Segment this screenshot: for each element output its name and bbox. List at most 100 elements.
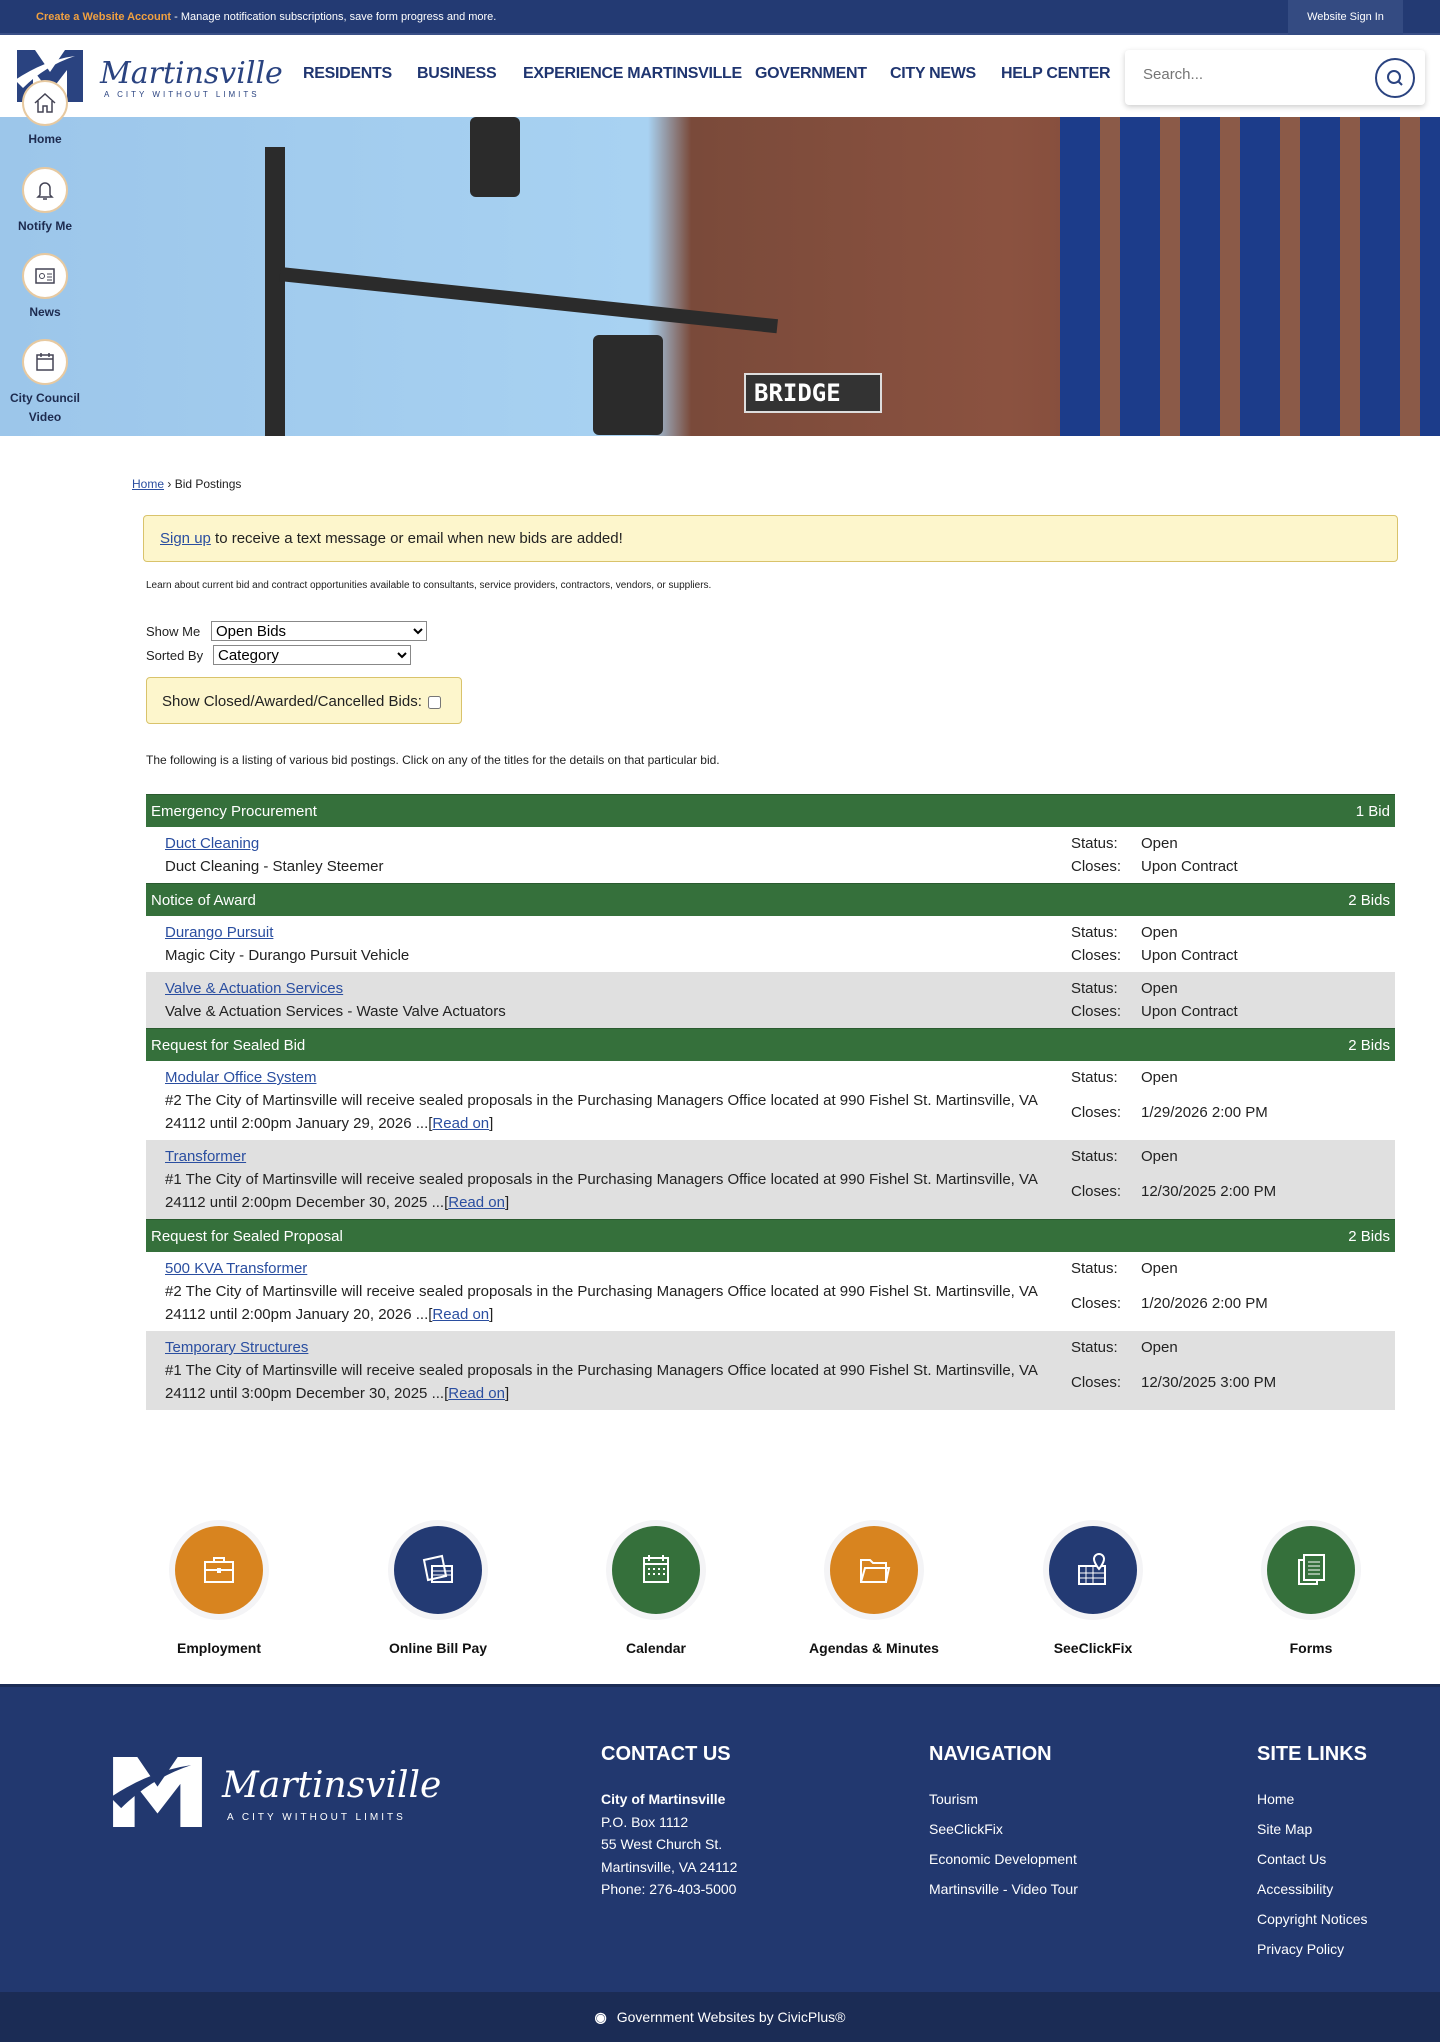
quicklink-employment[interactable]: Employment xyxy=(139,1520,299,1656)
bid-status: Status: Open Closes: Upon Contract xyxy=(1071,921,1238,967)
bid-title-link[interactable]: Modular Office System xyxy=(165,1069,316,1086)
quicklink-seeclickfix[interactable]: SeeClickFix xyxy=(1013,1520,1173,1656)
quicknav-news[interactable]: News xyxy=(0,253,90,322)
bid-title-link[interactable]: Transformer xyxy=(165,1148,246,1165)
calendar-icon xyxy=(36,353,54,371)
sign-up-link[interactable]: Sign up xyxy=(160,530,211,547)
bid-status: Status: Open Closes: Upon Contract xyxy=(1071,832,1238,878)
footer-link[interactable]: Home xyxy=(1257,1784,1368,1814)
footer-logo-tagline: A CITY WITHOUT LIMITS xyxy=(227,1812,406,1823)
category-count: 1 Bid xyxy=(1355,802,1390,820)
show-closed-checkbox[interactable] xyxy=(427,695,441,709)
bid-row: Transformer #1 The City of Martinsville w… xyxy=(146,1140,1395,1219)
nav-experience-martinsville[interactable]: EXPERIENCE MARTINSVILLE xyxy=(523,65,742,83)
nav-city-news[interactable]: CITY NEWS xyxy=(890,65,976,83)
bid-description: #2 The City of Martinsville will receive… xyxy=(165,1092,1038,1132)
bid-description-text: Valve & Actuation Services - Waste Valve… xyxy=(165,1003,506,1020)
read-on-link[interactable]: Read on xyxy=(432,1306,489,1323)
bid-list: Emergency Procurement 1 Bid Duct Cleaning D… xyxy=(146,794,1395,1410)
status-value: Open xyxy=(1141,1339,1178,1356)
page-description: Learn about current bid and contract opp… xyxy=(146,580,712,591)
quicklink-calendar[interactable]: Calendar xyxy=(576,1520,736,1656)
bid-title: Temporary Structures xyxy=(165,1336,1071,1359)
civicplus-credit-link[interactable]: Government Websites by CivicPlus® xyxy=(617,2009,846,2025)
nav-government[interactable]: GOVERNMENT xyxy=(755,65,867,83)
bid-status: Status: Open Closes: 12/30/2025 2:00 PM xyxy=(1071,1145,1276,1214)
bid-title: Durango Pursuit xyxy=(165,921,1071,944)
quicklink-circle xyxy=(830,1526,918,1614)
footer-link[interactable]: Economic Development xyxy=(929,1844,1078,1874)
closes-label: Closes: xyxy=(1071,1373,1122,1391)
read-on-link[interactable]: Read on xyxy=(448,1385,505,1402)
quicklink-circle xyxy=(1049,1526,1137,1614)
nav-residents[interactable]: RESIDENTS xyxy=(303,65,392,83)
website-sign-in-button[interactable]: Website Sign In xyxy=(1288,0,1403,35)
bid-title-link[interactable]: Temporary Structures xyxy=(165,1339,308,1356)
navigation-heading: NAVIGATION xyxy=(929,1743,1052,1765)
home-icon xyxy=(34,92,56,113)
bid-title-link[interactable]: 500 KVA Transformer xyxy=(165,1260,307,1277)
closes-value: 1/29/2026 2:00 PM xyxy=(1141,1103,1268,1121)
sorted-by-select[interactable]: Category xyxy=(213,645,411,665)
footer-site-links: Home Site Map Contact Us Accessibility Copyr… xyxy=(1257,1784,1368,1964)
footer-link[interactable]: Site Map xyxy=(1257,1814,1368,1844)
closes-value: 12/30/2025 3:00 PM xyxy=(1141,1373,1277,1391)
logo-wordmark[interactable]: Martinsville xyxy=(100,56,283,91)
category-header: Notice of Award 2 Bids xyxy=(146,883,1395,916)
closes-label: Closes: xyxy=(1071,947,1122,964)
bid-title-link[interactable]: Duct Cleaning xyxy=(165,835,259,852)
search-input[interactable] xyxy=(1143,66,1363,83)
status-value: Open xyxy=(1141,924,1178,941)
bid-description: #1 The City of Martinsville will receive… xyxy=(165,1171,1038,1211)
bid-title-link[interactable]: Valve & Actuation Services xyxy=(165,980,343,997)
bid-title-link[interactable]: Durango Pursuit xyxy=(165,924,273,941)
footer-link[interactable]: Copyright Notices xyxy=(1257,1904,1368,1934)
footer-link[interactable]: Accessibility xyxy=(1257,1874,1368,1904)
newspaper-icon xyxy=(35,268,55,284)
footer-link[interactable]: Privacy Policy xyxy=(1257,1934,1368,1964)
closes-label: Closes: xyxy=(1071,1182,1122,1200)
category-count: 2 Bids xyxy=(1348,1227,1390,1245)
category-header: Request for Sealed Bid 2 Bids xyxy=(146,1028,1395,1061)
nav-business[interactable]: BUSINESS xyxy=(417,65,497,83)
create-account-link[interactable]: Create a Website Account xyxy=(36,11,171,23)
quicklink-circle xyxy=(175,1526,263,1614)
footer-link[interactable]: Martinsville - Video Tour xyxy=(929,1874,1078,1904)
status-value: Open xyxy=(1141,1260,1178,1277)
closes-value: Upon Contract xyxy=(1141,858,1238,875)
read-on-link[interactable]: Read on xyxy=(432,1115,489,1132)
footer-navigation-links: Tourism SeeClickFix Economic Development Ma… xyxy=(929,1784,1078,1904)
contact-line: Phone: 276-403-5000 xyxy=(601,1881,737,1897)
footer-link[interactable]: SeeClickFix xyxy=(929,1814,1078,1844)
category-name: Request for Sealed Proposal xyxy=(151,1227,343,1245)
quicknav-label: Home xyxy=(28,132,62,146)
status-value: Open xyxy=(1141,980,1178,997)
quicklink-forms[interactable]: Forms xyxy=(1231,1520,1391,1656)
contact-heading: CONTACT US xyxy=(601,1743,731,1765)
footer-link[interactable]: Contact Us xyxy=(1257,1844,1368,1874)
logo-tagline: A CITY WITHOUT LIMITS xyxy=(104,90,260,99)
footer-logo-m-icon[interactable] xyxy=(110,1757,205,1827)
footer-link[interactable]: Tourism xyxy=(929,1784,1078,1814)
bid-description: #1 The City of Martinsville will receive… xyxy=(165,1362,1038,1402)
breadcrumb-home-link[interactable]: Home xyxy=(132,477,164,491)
quicklink-agendas-minutes[interactable]: Agendas & Minutes xyxy=(794,1520,954,1656)
bid-info: Duct Cleaning Duct Cleaning - Stanley Ste… xyxy=(165,832,1071,878)
quicklink-online-bill-pay[interactable]: Online Bill Pay xyxy=(358,1520,518,1656)
search-button[interactable] xyxy=(1375,58,1415,98)
bid-info: Transformer #1 The City of Martinsville w… xyxy=(165,1145,1071,1214)
status-label: Status: xyxy=(1071,924,1118,941)
show-me-select[interactable]: Open Bids xyxy=(211,621,427,641)
breadcrumb-current: Bid Postings xyxy=(174,477,242,491)
nav-help-center[interactable]: HELP CENTER xyxy=(1001,65,1111,83)
account-message: Create a Website Account - Manage notifi… xyxy=(36,11,496,23)
contact-line: 55 West Church St. xyxy=(601,1836,723,1852)
quicknav-home[interactable]: Home xyxy=(0,80,90,149)
folder-icon xyxy=(860,1559,891,1583)
status-label: Status: xyxy=(1071,1148,1118,1165)
quicknav-city-council-video[interactable]: City Council Video xyxy=(0,339,90,427)
read-on-link[interactable]: Read on xyxy=(448,1194,505,1211)
map-pin-icon xyxy=(1078,1552,1106,1585)
quicknav-label: Notify Me xyxy=(18,219,72,233)
quicknav-notify-me[interactable]: Notify Me xyxy=(0,167,90,236)
